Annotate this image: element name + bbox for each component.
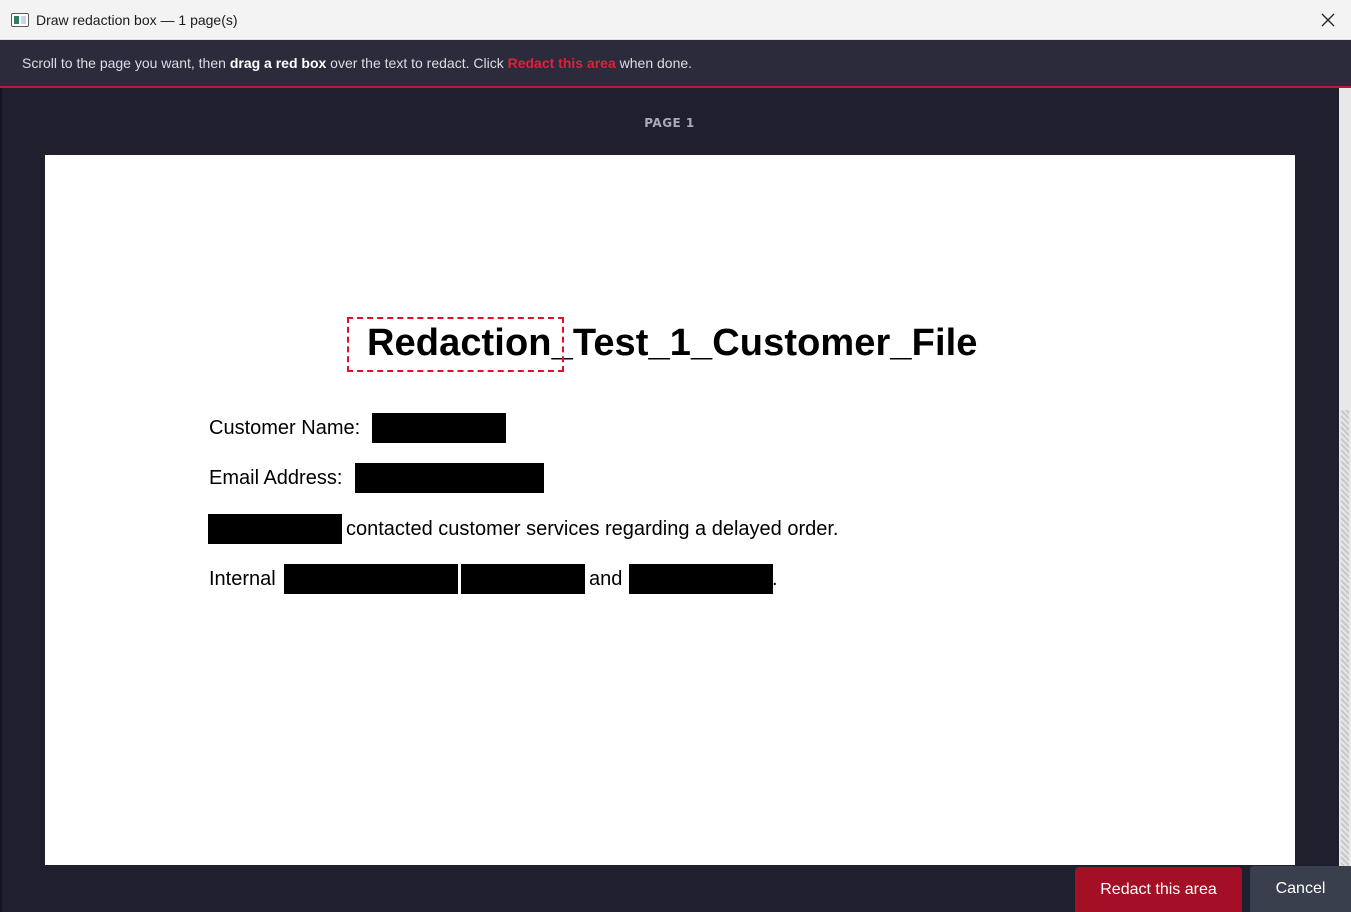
redact-this-area-button[interactable]: Redact this area (1075, 867, 1242, 912)
contact-text: contacted customer services regarding a … (346, 518, 839, 540)
email-label: Email Address: (209, 467, 343, 489)
redaction-selection-box[interactable] (347, 317, 564, 372)
instruction-text: Scroll to the page you want, then drag a… (22, 55, 692, 71)
internal-label: Internal (209, 568, 276, 590)
page-viewer[interactable]: PAGE 1 Redaction_Test_1_Customer_File Cu… (0, 88, 1351, 912)
redaction-bar (461, 564, 585, 594)
instruction-part-3: when done. (615, 55, 693, 71)
window-title: Draw redaction box — 1 page(s) (36, 12, 238, 28)
redaction-bar (284, 564, 458, 594)
redaction-bar (208, 514, 342, 544)
window-titlebar: Draw redaction box — 1 page(s) (0, 0, 1351, 40)
redaction-bar (355, 463, 544, 493)
app-window-icon (11, 13, 29, 27)
redaction-bar (629, 564, 773, 594)
and-text: and (589, 568, 623, 590)
vertical-scrollbar[interactable] (1339, 88, 1351, 912)
instruction-bold: drag a red box (229, 55, 327, 71)
instruction-part-1: Scroll to the page you want, then (22, 55, 230, 71)
page-label: PAGE 1 (644, 116, 695, 130)
redaction-bar (372, 413, 506, 443)
document-page[interactable]: Redaction_Test_1_Customer_File Customer … (45, 155, 1295, 865)
customer-name-label: Customer Name: (209, 417, 361, 439)
close-button[interactable] (1305, 0, 1351, 40)
cancel-button[interactable]: Cancel (1250, 866, 1351, 912)
instruction-accent: Redact this area (507, 55, 616, 71)
viewer-left-edge (0, 88, 2, 912)
close-icon (1321, 13, 1335, 27)
scrollbar-thumb[interactable] (1341, 410, 1349, 870)
period-text: . (772, 568, 778, 590)
instruction-part-2: over the text to redact. Click (326, 55, 508, 71)
instruction-banner: Scroll to the page you want, then drag a… (0, 40, 1351, 88)
